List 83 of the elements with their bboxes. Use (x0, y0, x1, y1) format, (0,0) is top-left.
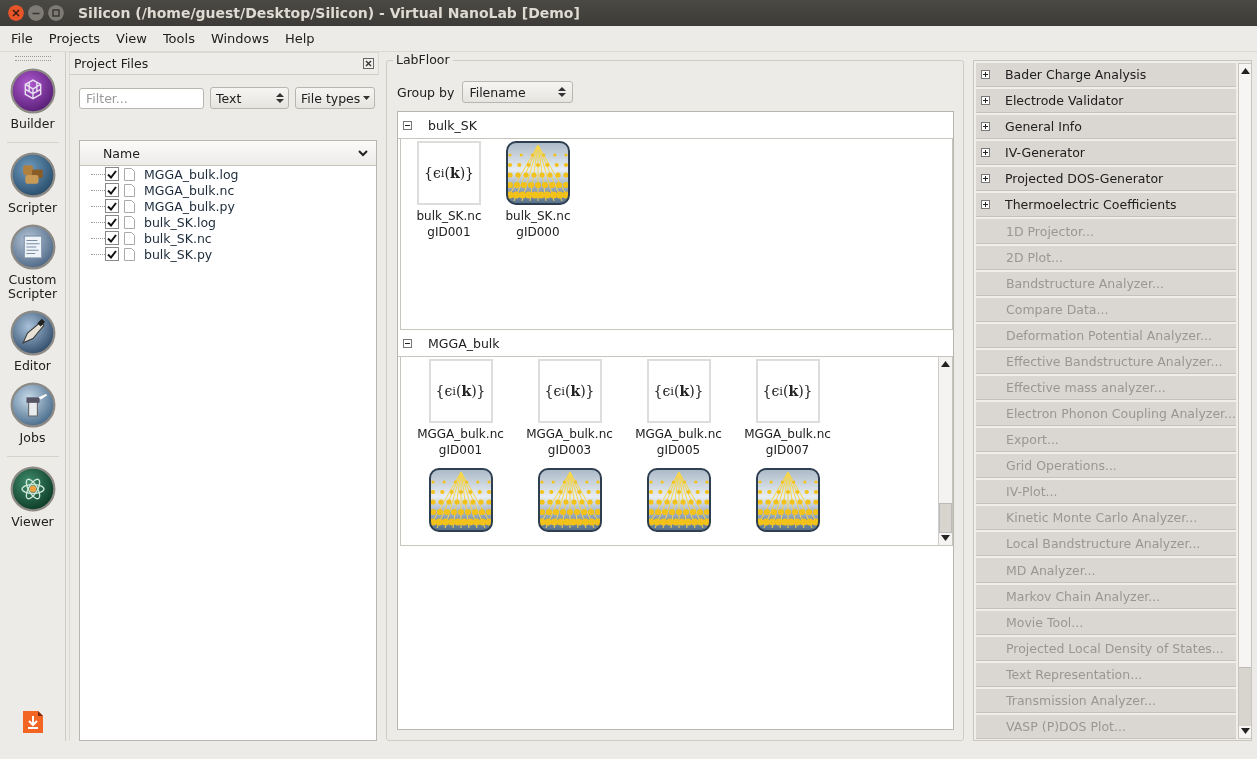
checkbox[interactable] (105, 215, 119, 229)
atom-lattice-icon (506, 141, 570, 205)
checkbox[interactable] (105, 231, 119, 245)
file-icon (124, 247, 135, 261)
scroll-up-icon[interactable] (941, 361, 950, 367)
tool-group[interactable]: IV-Generator (976, 141, 1236, 166)
file-name[interactable]: bulk_SK.nc (144, 230, 212, 246)
blocks-icon (9, 152, 56, 198)
checkbox[interactable] (105, 183, 119, 197)
menu-item[interactable]: Windows (202, 29, 277, 48)
spinner-arrows-icon (276, 92, 284, 104)
filter-field[interactable]: Filter... (79, 87, 204, 109)
file-name[interactable]: MGGA_bulk.py (144, 198, 235, 214)
file-types-button[interactable]: File types (295, 87, 375, 109)
atom-icon (9, 466, 56, 512)
spinner-arrows-icon (558, 86, 567, 98)
scrollbar[interactable] (1238, 63, 1252, 739)
expand-icon[interactable] (981, 96, 990, 106)
sidebar-tool-button[interactable]: Jobs (9, 382, 56, 445)
tool-group[interactable]: Thermoelectric Coefficients (976, 193, 1236, 218)
pen-icon (9, 310, 56, 356)
file-name[interactable]: MGGA_bulk.nc (144, 182, 235, 198)
sidebar-tool-button[interactable]: Scripter (7, 152, 58, 215)
menu-item[interactable]: View (108, 29, 155, 48)
menu-item[interactable]: Projects (40, 29, 109, 48)
file-icon (124, 199, 135, 213)
atom-lattice-icon (755, 468, 820, 532)
expand-icon[interactable] (981, 174, 990, 184)
sidebar-tool-button[interactable]: Editor (9, 310, 56, 373)
atom-lattice-icon (537, 468, 602, 532)
expand-icon[interactable] (981, 200, 990, 210)
scroll-down-icon[interactable] (1240, 728, 1250, 734)
labfloor-item[interactable]: bulk_SK.nc gID000 (492, 141, 584, 240)
download-icon[interactable] (22, 711, 43, 733)
sidebar-tool-button[interactable]: Viewer (9, 466, 56, 529)
file-icon (124, 231, 135, 245)
group-by-dropdown[interactable]: Filename (462, 81, 574, 103)
tower-icon (9, 382, 56, 428)
scroll-up-icon[interactable] (1240, 68, 1250, 74)
menu-item[interactable]: File (3, 29, 41, 48)
sidebar-tool-button[interactable]: Builder (9, 68, 56, 131)
scrollbar-thumb[interactable] (939, 503, 952, 533)
expand-icon[interactable] (981, 122, 990, 132)
panel-title: Project Files (74, 56, 149, 71)
tool-group[interactable]: Projected DOS-Generator (976, 167, 1236, 192)
collapse-icon[interactable] (403, 120, 412, 130)
close-icon[interactable] (363, 58, 374, 69)
atom-lattice-icon (646, 468, 711, 532)
collapse-icon[interactable] (403, 338, 412, 348)
maximize-icon[interactable] (48, 5, 64, 21)
file-name[interactable]: MGGA_bulk.log (144, 166, 239, 182)
file-icon (124, 215, 135, 229)
file-name[interactable]: bulk_SK.log (144, 214, 216, 230)
scrollbar[interactable] (938, 357, 952, 545)
expand-icon[interactable] (981, 70, 990, 80)
minimize-icon[interactable] (28, 5, 44, 21)
column-header[interactable]: Name (103, 145, 140, 161)
group-by-label: Group by (397, 84, 455, 100)
document-icon (9, 224, 56, 270)
file-icon (124, 167, 135, 181)
group-title[interactable]: MGGA_bulk (428, 335, 500, 351)
group-title[interactable]: bulk_SK (428, 117, 477, 133)
file-icon (124, 183, 135, 197)
tool-group[interactable]: Bader Charge Analysis (976, 63, 1236, 88)
tool-group[interactable]: General Info (976, 115, 1236, 140)
checkbox[interactable] (105, 199, 119, 213)
expand-icon[interactable] (981, 148, 990, 158)
checkbox[interactable] (105, 247, 119, 261)
panel-title: LabFloor (393, 52, 453, 67)
chevron-down-icon[interactable] (358, 149, 368, 157)
file-name[interactable]: bulk_SK.py (144, 246, 213, 262)
atom-lattice-icon (428, 468, 493, 532)
menu-item[interactable]: Tools (154, 29, 203, 48)
window-title: Silicon (/home/guest/Desktop/Silicon) - Virtual NanoLab [Demo] (78, 5, 580, 21)
mode-dropdown[interactable]: Text (210, 87, 289, 109)
cube-icon (9, 68, 56, 114)
scrollbar-thumb[interactable] (1239, 667, 1251, 726)
sidebar-tool-button[interactable]: Custom Scripter (2, 224, 63, 301)
tool-group[interactable]: Electrode Validator (976, 89, 1236, 114)
caret-icon (363, 96, 370, 100)
checkbox[interactable] (105, 167, 119, 181)
menu-item[interactable]: Help (276, 29, 323, 48)
scroll-down-icon[interactable] (941, 535, 950, 541)
